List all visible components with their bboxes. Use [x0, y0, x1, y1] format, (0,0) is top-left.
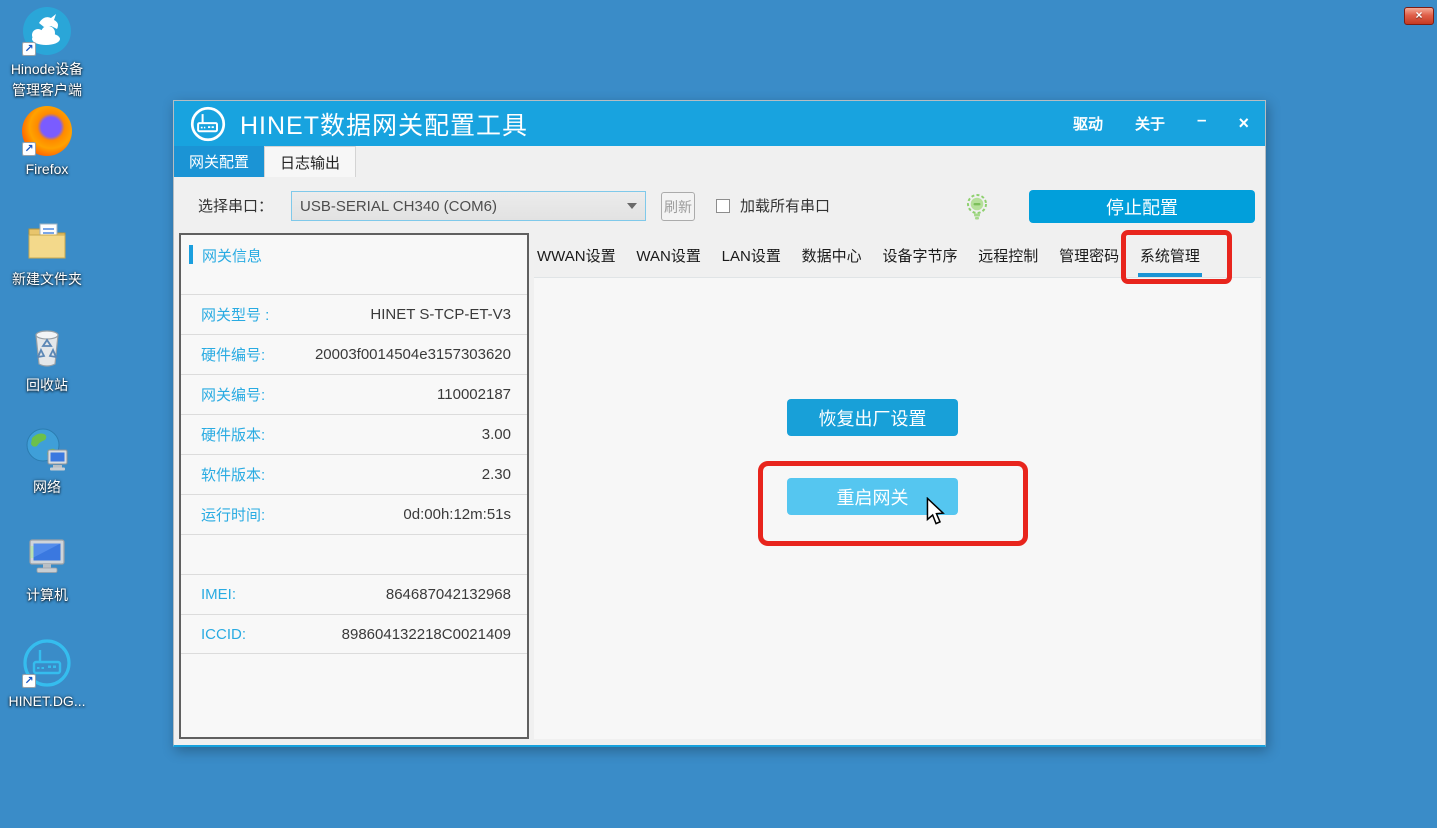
network-icon [22, 424, 72, 474]
desktop-icon-label: Hinode设备 管理客户端 [6, 59, 88, 101]
tab-data-center[interactable]: 数据中心 [801, 243, 863, 268]
desktop-icon-recycle-bin[interactable]: 回收站 [6, 322, 88, 396]
info-row-empty [181, 534, 527, 574]
settings-panel: WWAN设置 WAN设置 LAN设置 数据中心 设备字节序 远程控制 管理密码 … [534, 233, 1261, 739]
info-row-hw-version: 硬件版本: 3.00 [181, 414, 527, 454]
info-row-hardware-id: 硬件编号: 20003f0014504e3157303620 [181, 334, 527, 374]
load-all-ports-label: 加载所有串口 [740, 195, 830, 216]
tab-byte-order[interactable]: 设备字节序 [881, 243, 958, 268]
computer-icon [22, 532, 72, 582]
desktop-icon-firefox[interactable]: ↗ Firefox [6, 106, 88, 180]
desktop-icon-label: 网络 [6, 477, 88, 498]
info-row-uptime: 运行时间: 0d:00h:12m:51s [181, 494, 527, 534]
window-close-button[interactable]: × [1238, 113, 1249, 134]
window-title: HINET数据网关配置工具 [240, 106, 528, 142]
info-row-sw-version: 软件版本: 2.30 [181, 454, 527, 494]
tab-log-output[interactable]: 日志输出 [264, 146, 356, 177]
shortcut-arrow-icon: ↗ [22, 42, 36, 56]
settings-tab-bar: WWAN设置 WAN设置 LAN设置 数据中心 设备字节序 远程控制 管理密码 … [534, 233, 1261, 277]
active-tab-underline [1138, 273, 1202, 277]
serial-port-label: 选择串口： [198, 195, 273, 216]
about-menu-button[interactable]: 关于 [1135, 113, 1165, 134]
refresh-button[interactable]: 刷新 [661, 192, 695, 221]
shortcut-arrow-icon: ↗ [22, 674, 36, 688]
desktop-icon-label: 新建文件夹 [6, 269, 88, 290]
recycle-bin-icon [22, 322, 72, 372]
tab-admin-password[interactable]: 管理密码 [1058, 243, 1120, 268]
minimize-button[interactable]: – [1197, 110, 1206, 130]
tab-gateway-config[interactable]: 网关配置 [174, 146, 264, 177]
factory-reset-button[interactable]: 恢复出厂设置 [787, 399, 958, 436]
desktop-icon-network[interactable]: 网络 [6, 424, 88, 498]
tab-wwan-settings[interactable]: WWAN设置 [536, 243, 617, 268]
serial-port-select[interactable]: USB-SERIAL CH340 (COM6) [291, 191, 646, 221]
load-all-ports-checkbox[interactable] [716, 199, 730, 213]
window-content: 网关信息 网关型号 : HINET S-TCP-ET-V3 硬件编号: 2000… [174, 233, 1265, 745]
viewer-close-button[interactable]: × [1404, 7, 1434, 25]
shortcut-arrow-icon: ↗ [22, 142, 36, 156]
info-row-imei: IMEI: 864687042132968 [181, 574, 527, 614]
app-window: HINET数据网关配置工具 驱动 关于 – × 网关配置 日志输出 选择串口： … [173, 100, 1266, 747]
accent-bar [189, 245, 193, 264]
titlebar: HINET数据网关配置工具 驱动 关于 – × [174, 101, 1265, 146]
serial-toolbar: 选择串口： USB-SERIAL CH340 (COM6) 刷新 加载所有串口 … [174, 177, 1265, 233]
info-row-gateway-id: 网关编号: 110002187 [181, 374, 527, 414]
desktop-icon-hinode-client[interactable]: ↗ Hinode设备 管理客户端 [6, 6, 88, 101]
system-management-content: 恢复出厂设置 重启网关 [534, 277, 1261, 739]
desktop-icon-hinet-dg[interactable]: ↗ HINET.DG... [6, 638, 88, 712]
tab-system-management[interactable]: 系统管理 [1139, 243, 1201, 268]
folder-icon [22, 216, 72, 266]
tab-lan-settings[interactable]: LAN设置 [721, 243, 782, 268]
desktop-icon-label: HINET.DG... [6, 691, 88, 712]
gateway-info-panel: 网关信息 网关型号 : HINET S-TCP-ET-V3 硬件编号: 2000… [179, 233, 529, 739]
serial-port-value: USB-SERIAL CH340 (COM6) [300, 198, 497, 215]
desktop-icon-label: 回收站 [6, 375, 88, 396]
status-bulb-icon [966, 194, 988, 221]
tab-remote-control[interactable]: 远程控制 [977, 243, 1039, 268]
driver-menu-button[interactable]: 驱动 [1073, 113, 1103, 134]
gateway-info-header: 网关信息 [181, 235, 527, 294]
stop-config-button[interactable]: 停止配置 [1029, 190, 1255, 223]
reboot-gateway-button[interactable]: 重启网关 [787, 478, 958, 515]
chevron-down-icon [627, 203, 637, 209]
tab-wan-settings[interactable]: WAN设置 [635, 243, 701, 268]
desktop: ↗ Hinode设备 管理客户端 ↗ Firefox 新建文件 [0, 0, 1437, 828]
info-row-iccid: ICCID: 898604132218C0021409 [181, 614, 527, 654]
desktop-icon-label: 计算机 [6, 585, 88, 606]
desktop-icon-new-folder[interactable]: 新建文件夹 [6, 216, 88, 290]
desktop-icon-label: Firefox [6, 159, 88, 180]
desktop-icon-computer[interactable]: 计算机 [6, 532, 88, 606]
main-tab-bar: 网关配置 日志输出 [174, 146, 1265, 177]
router-logo-icon [190, 106, 226, 142]
info-row-model: 网关型号 : HINET S-TCP-ET-V3 [181, 294, 527, 334]
